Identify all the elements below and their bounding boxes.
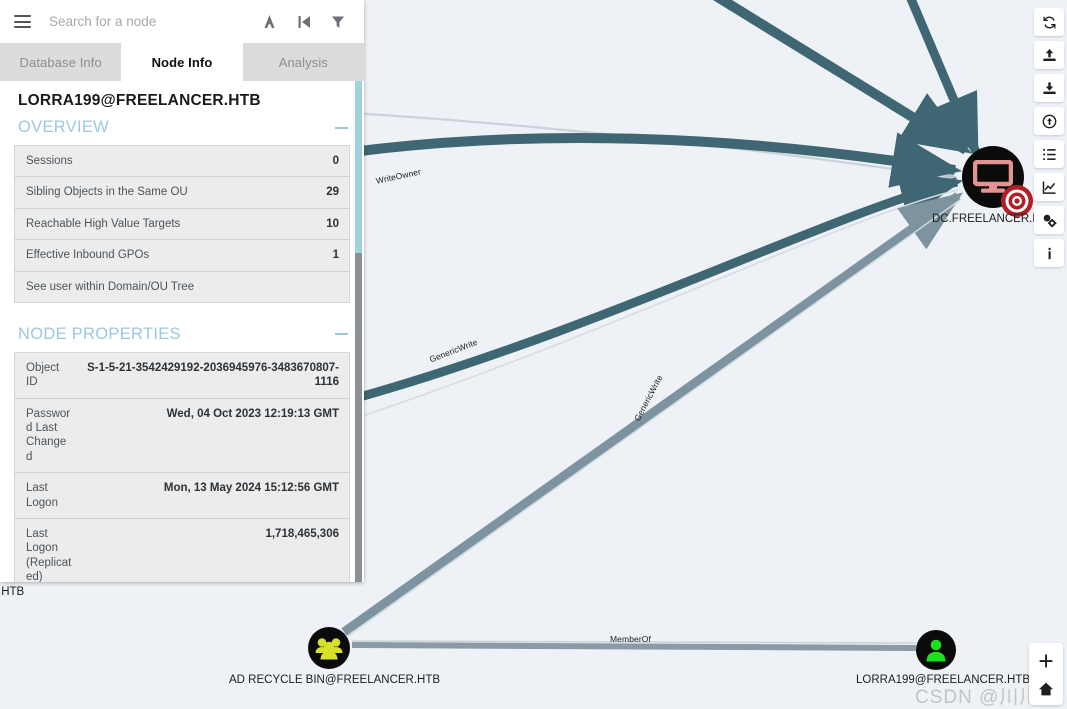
table-row[interactable]: Password Last Changed Wed, 04 Oct 2023 1… bbox=[15, 399, 349, 474]
hamburger-menu-icon[interactable] bbox=[14, 15, 31, 28]
table-row[interactable]: Sibling Objects in the Same OU 29 bbox=[15, 177, 349, 209]
node-info-panel: Database Info Node Info Analysis LORRA19… bbox=[0, 0, 364, 582]
chart-icon[interactable] bbox=[1034, 173, 1064, 201]
search-bar bbox=[0, 0, 364, 43]
edge-label-memberof: MemberOf bbox=[610, 634, 651, 644]
home-button[interactable] bbox=[1031, 675, 1061, 703]
user-node-circle[interactable] bbox=[916, 630, 956, 670]
partial-node-label: .HTB bbox=[0, 586, 25, 598]
row-key: Object ID bbox=[26, 361, 60, 389]
group-icon bbox=[315, 638, 343, 660]
see-user-in-tree-row[interactable]: See user within Domain/OU Tree bbox=[15, 272, 349, 302]
graph-edges bbox=[341, 0, 981, 651]
row-key: Last Logon bbox=[26, 482, 58, 509]
filter-icon[interactable] bbox=[329, 13, 346, 30]
collapse-node-properties-icon[interactable] bbox=[335, 333, 348, 336]
refresh-icon[interactable] bbox=[1034, 8, 1064, 36]
download-icon[interactable] bbox=[1034, 74, 1064, 102]
row-value: 0 bbox=[332, 155, 339, 167]
row-key: Sibling Objects in the Same OU bbox=[26, 186, 188, 199]
node-properties-heading: NODE PROPERTIES bbox=[18, 324, 181, 343]
tab-database-info[interactable]: Database Info bbox=[0, 43, 122, 81]
graph-node-label-lorra199: LORRA199@FREELANCER.HTB bbox=[856, 674, 1030, 686]
row-value: 29 bbox=[326, 186, 339, 199]
search-tool-icons bbox=[261, 13, 352, 30]
bloodhound-app: WriteOwner GenericWrite GenericWrite Mem… bbox=[0, 0, 1067, 709]
row-key: See user within Domain/OU Tree bbox=[26, 280, 195, 293]
panel-scrollbar[interactable] bbox=[355, 81, 362, 582]
list-icon[interactable] bbox=[1034, 140, 1064, 168]
collapse-overview-icon[interactable] bbox=[335, 126, 348, 129]
add-node-icon[interactable] bbox=[1034, 107, 1064, 135]
row-key: Sessions bbox=[26, 155, 73, 167]
page-title: LORRA199@FREELANCER.HTB bbox=[18, 92, 261, 109]
right-toolbar bbox=[1034, 8, 1064, 267]
table-row[interactable]: Last Logon Mon, 13 May 2024 15:12:56 GMT bbox=[15, 473, 349, 519]
row-value: 1 bbox=[332, 249, 339, 262]
tab-node-info[interactable]: Node Info bbox=[121, 43, 243, 81]
node-properties-table: Object ID S-1-5-21-3542429192-2036945976… bbox=[14, 351, 350, 582]
graph-node-label-dc: DC.FREELANCER.H bbox=[932, 213, 1041, 225]
tab-analysis[interactable]: Analysis bbox=[242, 43, 364, 81]
table-row[interactable]: Object ID S-1-5-21-3542429192-2036945976… bbox=[15, 353, 349, 399]
start-node-icon[interactable] bbox=[295, 13, 312, 30]
row-value: 1,718,465,306 bbox=[265, 527, 339, 540]
group-node-circle[interactable] bbox=[308, 627, 350, 669]
overview-heading: OVERVIEW bbox=[18, 118, 110, 136]
scrollbar-thumb-lower[interactable] bbox=[355, 253, 362, 582]
panel-scroll-area[interactable]: LORRA199@FREELANCER.HTB OVERVIEW Session… bbox=[0, 81, 364, 582]
row-value: Mon, 13 May 2024 15:12:56 GMT bbox=[163, 482, 339, 495]
row-key: Last Logon (Replicated) bbox=[26, 527, 72, 582]
row-key: Password Last Changed bbox=[26, 407, 71, 463]
node-properties-section-header[interactable]: NODE PROPERTIES bbox=[0, 323, 364, 352]
scrollbar-thumb[interactable] bbox=[355, 81, 362, 253]
upload-icon[interactable] bbox=[1034, 41, 1064, 69]
table-row[interactable]: Last Logon (Replicated) 1,718,465,306 bbox=[15, 519, 349, 582]
row-value: S-1-5-21-3542429192-2036945976-348367080… bbox=[87, 361, 339, 389]
user-icon bbox=[926, 639, 946, 662]
row-value: 10 bbox=[326, 217, 339, 230]
table-row[interactable]: Reachable High Value Targets 10 bbox=[15, 209, 349, 241]
graph-node-label-recyclebin: AD RECYCLE BIN@FREELANCER.HTB bbox=[229, 674, 441, 686]
zoom-controls bbox=[1029, 643, 1063, 705]
overview-table: Sessions 0 Sibling Objects in the Same O… bbox=[14, 145, 350, 303]
row-value: Wed, 04 Oct 2023 12:19:13 GMT bbox=[166, 407, 339, 420]
table-row[interactable]: Effective Inbound GPOs 1 bbox=[15, 240, 349, 272]
search-input[interactable] bbox=[49, 14, 251, 29]
row-key: Effective Inbound GPOs bbox=[26, 249, 150, 262]
pathfinding-icon[interactable] bbox=[261, 13, 278, 30]
info-icon[interactable] bbox=[1034, 239, 1064, 267]
row-key: Reachable High Value Targets bbox=[26, 217, 181, 230]
zoom-in-button[interactable] bbox=[1031, 647, 1061, 675]
table-row[interactable]: Sessions 0 bbox=[15, 146, 349, 178]
panel-tabs: Database Info Node Info Analysis bbox=[0, 43, 364, 81]
overview-section-header[interactable]: OVERVIEW bbox=[0, 116, 364, 145]
settings-icon[interactable] bbox=[1034, 206, 1064, 234]
